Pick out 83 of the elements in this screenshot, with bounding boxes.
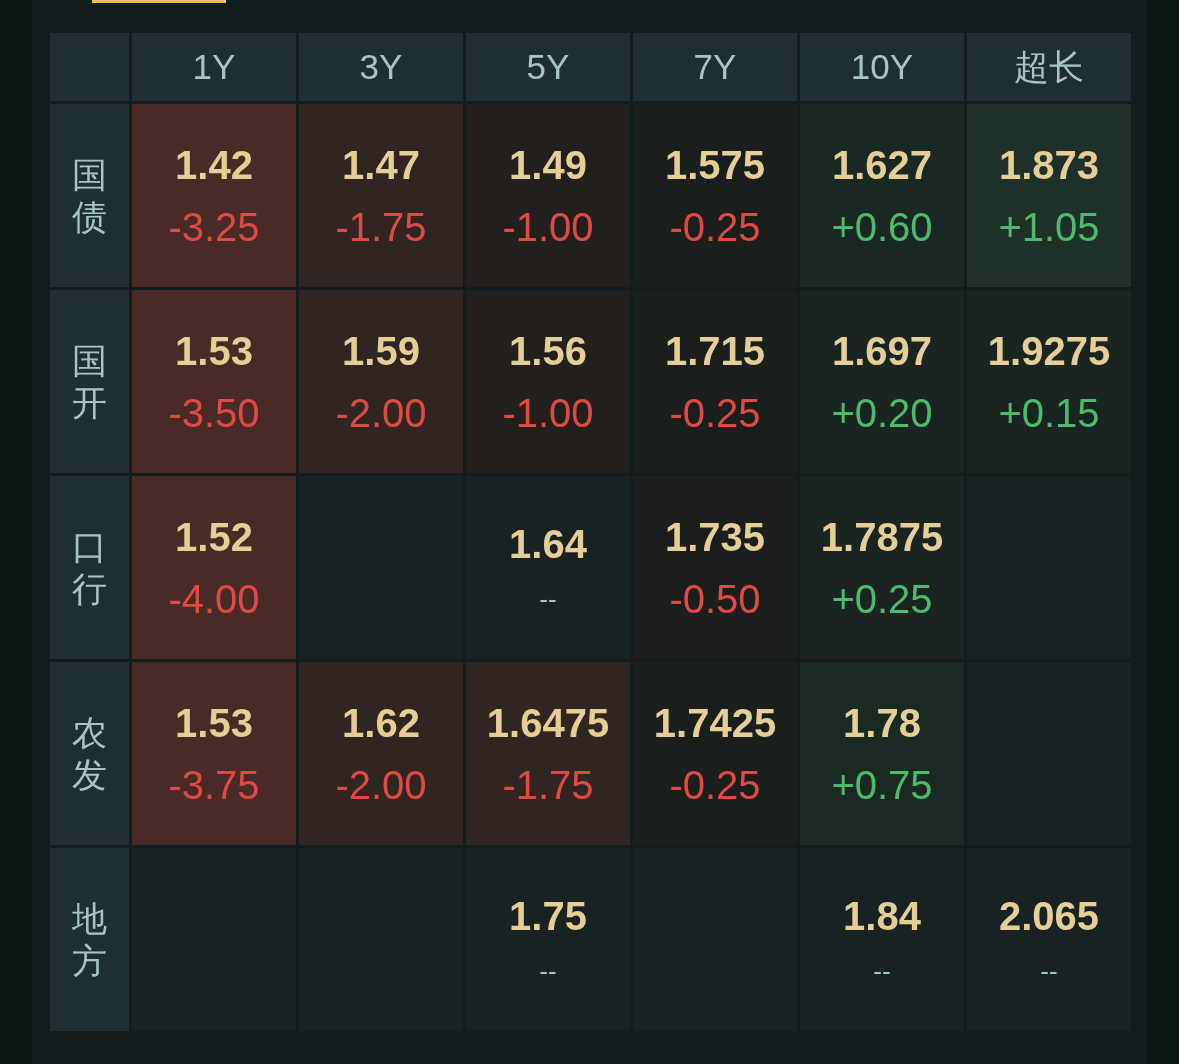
quote-cell[interactable]: 1.42 -3.25 <box>132 104 296 287</box>
yield-value: 1.78 <box>843 702 921 743</box>
yield-change: -0.25 <box>669 206 761 247</box>
quote-cell[interactable]: 1.53 -3.50 <box>132 290 296 473</box>
yield-change: -3.75 <box>168 764 260 805</box>
yield-change: -- <box>539 585 557 612</box>
yield-change: -3.50 <box>168 392 260 433</box>
yield-value: 2.065 <box>998 895 1100 936</box>
yield-value: 1.53 <box>175 702 253 743</box>
yield-value: 1.42 <box>175 144 253 185</box>
quote-cell[interactable]: 1.6475 -1.75 <box>466 662 630 845</box>
yield-value: 1.47 <box>342 144 420 185</box>
quote-cell[interactable]: 1.49 -1.00 <box>466 104 630 287</box>
row-label: 口行 <box>50 476 129 659</box>
quote-cell[interactable]: 1.47 -1.75 <box>299 104 463 287</box>
row-label: 地方 <box>50 848 129 1031</box>
yield-change: +0.15 <box>998 392 1100 433</box>
quote-cell[interactable]: 1.53 -3.75 <box>132 662 296 845</box>
yield-change: -2.00 <box>335 764 427 805</box>
yield-change: +0.25 <box>831 578 933 619</box>
quote-cell[interactable]: 1.7875 +0.25 <box>800 476 964 659</box>
column-header: 3Y <box>299 33 463 101</box>
yield-value: 1.56 <box>509 330 587 371</box>
yield-change: -4.00 <box>168 578 260 619</box>
yield-value: 1.59 <box>342 330 420 371</box>
quote-cell[interactable]: 1.62 -2.00 <box>299 662 463 845</box>
row-label: 国开 <box>50 290 129 473</box>
yield-value: 1.715 <box>664 330 766 371</box>
quote-cell[interactable]: 1.84 -- <box>800 848 964 1031</box>
yield-value: 1.75 <box>509 895 587 936</box>
quote-cell[interactable]: 1.627 +0.60 <box>800 104 964 287</box>
yield-value: 1.735 <box>664 516 766 557</box>
yield-change: -1.75 <box>335 206 427 247</box>
yield-value: 1.62 <box>342 702 420 743</box>
yield-change: +1.05 <box>998 206 1100 247</box>
quote-cell[interactable]: 1.52 -4.00 <box>132 476 296 659</box>
yield-change: -3.25 <box>168 206 260 247</box>
yield-change: -1.75 <box>502 764 594 805</box>
column-header: 10Y <box>800 33 964 101</box>
yield-change: -- <box>539 957 557 984</box>
quote-cell[interactable]: 1.56 -1.00 <box>466 290 630 473</box>
yield-change: -- <box>1040 957 1058 984</box>
yield-value: 1.6475 <box>486 702 610 743</box>
quote-cell[interactable]: 1.9275 +0.15 <box>967 290 1131 473</box>
row-label: 国债 <box>50 104 129 287</box>
yield-change: -- <box>873 957 891 984</box>
row-label: 农发 <box>50 662 129 845</box>
yield-value: 1.49 <box>509 144 587 185</box>
quote-cell[interactable]: 1.59 -2.00 <box>299 290 463 473</box>
yield-value: 1.9275 <box>987 330 1111 371</box>
yield-change: -2.00 <box>335 392 427 433</box>
quote-cell[interactable]: 1.7425 -0.25 <box>633 662 797 845</box>
column-header: 5Y <box>466 33 630 101</box>
yield-change: +0.75 <box>831 764 933 805</box>
yield-value: 1.697 <box>831 330 933 371</box>
quote-cell[interactable]: 1.873 +1.05 <box>967 104 1131 287</box>
yield-change: +0.20 <box>831 392 933 433</box>
quote-cell[interactable]: 1.715 -0.25 <box>633 290 797 473</box>
quote-cell[interactable]: 1.735 -0.50 <box>633 476 797 659</box>
column-header: 1Y <box>132 33 296 101</box>
quote-cell[interactable]: 1.75 -- <box>466 848 630 1031</box>
yield-change: -1.00 <box>502 206 594 247</box>
quote-cell[interactable]: 1.78 +0.75 <box>800 662 964 845</box>
column-header: 超长 <box>967 33 1131 101</box>
yield-value: 1.53 <box>175 330 253 371</box>
yield-value: 1.52 <box>175 516 253 557</box>
yield-value: 1.64 <box>509 523 587 564</box>
yield-value: 1.627 <box>831 144 933 185</box>
yield-change: -0.25 <box>669 764 761 805</box>
yield-value: 1.575 <box>664 144 766 185</box>
quote-cell[interactable]: 2.065 -- <box>967 848 1131 1031</box>
quote-cell[interactable]: 1.64 -- <box>466 476 630 659</box>
yield-value: 1.873 <box>998 144 1100 185</box>
yield-value: 1.7875 <box>820 516 944 557</box>
yield-value: 1.84 <box>843 895 921 936</box>
yield-change: -0.25 <box>669 392 761 433</box>
yield-change: +0.60 <box>831 206 933 247</box>
column-header: 7Y <box>633 33 797 101</box>
quote-cell[interactable]: 1.575 -0.25 <box>633 104 797 287</box>
yield-value: 1.7425 <box>653 702 777 743</box>
yield-change: -1.00 <box>502 392 594 433</box>
quote-cell[interactable]: 1.697 +0.20 <box>800 290 964 473</box>
yield-change: -0.50 <box>669 578 761 619</box>
